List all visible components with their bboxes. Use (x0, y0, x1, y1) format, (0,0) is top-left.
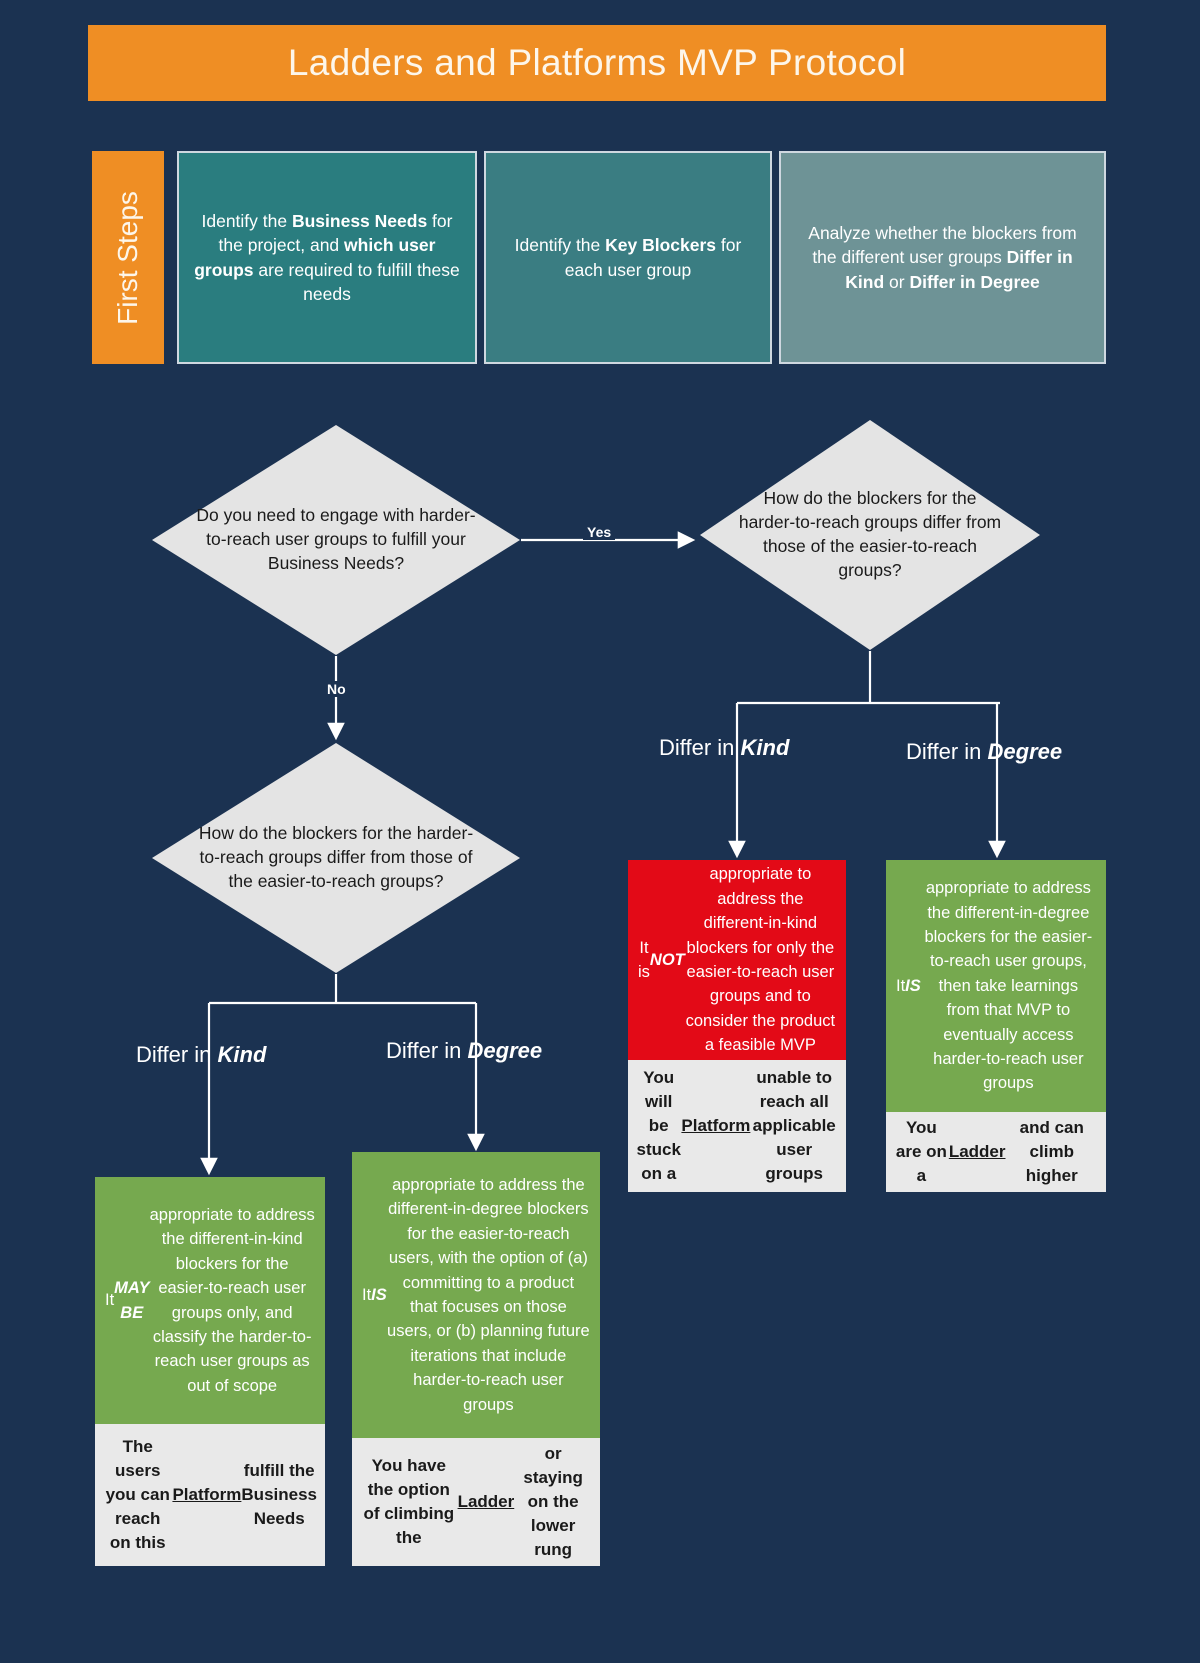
outcome-caption: You are on a Ladder and can climb higher (886, 1112, 1106, 1192)
step-text: Analyze whether the blockers from the di… (808, 223, 1077, 292)
decision-how-differ-left: How do the blockers for the harder-to-re… (152, 743, 520, 973)
edge-label-no: No (323, 681, 350, 697)
page-title-banner: Ladders and Platforms MVP Protocol (88, 25, 1106, 101)
step-text: Identify the Key Blockers for each user … (514, 235, 742, 280)
outcome-body: It IS appropriate to address the differe… (886, 860, 1106, 1112)
edge-label-emphasis: Kind (740, 735, 790, 760)
first-steps-label: First Steps (92, 151, 164, 364)
step-box-analyze-blockers: Analyze whether the blockers from the di… (779, 151, 1106, 364)
edge-label-prefix: Differ in (136, 1042, 218, 1067)
edge-label-emphasis: Degree (467, 1038, 543, 1063)
decision-how-differ-left-text: How do the blockers for the harder-to-re… (198, 823, 474, 891)
outcome-caption: You have the option of climbing the Ladd… (352, 1438, 600, 1566)
decision-how-differ-right-text: How do the blockers for the harder-to-re… (738, 488, 1002, 580)
outcome-caption: You will be stuck on a Platform unable t… (628, 1060, 846, 1192)
page-title: Ladders and Platforms MVP Protocol (287, 41, 907, 83)
step-box-business-needs: Identify the Business Needs for the proj… (177, 151, 477, 364)
edge-label-prefix: Differ in (386, 1038, 468, 1063)
edge-label-differ-in-degree-left: Differ in Degree (386, 1038, 542, 1064)
first-steps-label-text: First Steps (112, 190, 143, 325)
outcome-may-be-appropriate: It MAY BE appropriate to address the dif… (95, 1177, 325, 1566)
step-box-key-blockers: Identify the Key Blockers for each user … (484, 151, 772, 364)
edge-label-yes-text: Yes (583, 524, 616, 540)
outcome-is-appropriate-degree-left: It IS appropriate to address the differe… (352, 1152, 600, 1566)
edge-label-yes: Yes (583, 524, 616, 540)
edge-label-no-text: No (323, 681, 350, 697)
edge-label-emphasis: Degree (987, 739, 1063, 764)
edge-label-differ-in-kind-right: Differ in Kind (659, 735, 789, 761)
edge-label-prefix: Differ in (659, 735, 741, 760)
outcome-body: It MAY BE appropriate to address the dif… (95, 1177, 325, 1424)
edge-label-differ-in-degree-right: Differ in Degree (906, 739, 1062, 765)
outcome-body: It IS appropriate to address the differe… (352, 1152, 600, 1438)
edge-label-emphasis: Kind (217, 1042, 267, 1067)
outcome-not-appropriate: It is NOT appropriate to address the dif… (628, 860, 846, 1192)
step-text: Identify the Business Needs for the proj… (194, 211, 460, 304)
outcome-is-appropriate-degree-right: It IS appropriate to address the differe… (886, 860, 1106, 1192)
edge-label-differ-in-kind-left: Differ in Kind (136, 1042, 266, 1068)
flowchart-canvas: Ladders and Platforms MVP Protocol First… (0, 0, 1200, 1663)
decision-need-engage-text: Do you need to engage with harder-to-rea… (196, 505, 476, 573)
edge-label-prefix: Differ in (906, 739, 988, 764)
outcome-body: It is NOT appropriate to address the dif… (628, 860, 846, 1060)
decision-how-differ-right: How do the blockers for the harder-to-re… (700, 420, 1040, 650)
decision-need-engage: Do you need to engage with harder-to-rea… (152, 425, 520, 655)
outcome-caption: The users you can reach on this Platform… (95, 1424, 325, 1566)
